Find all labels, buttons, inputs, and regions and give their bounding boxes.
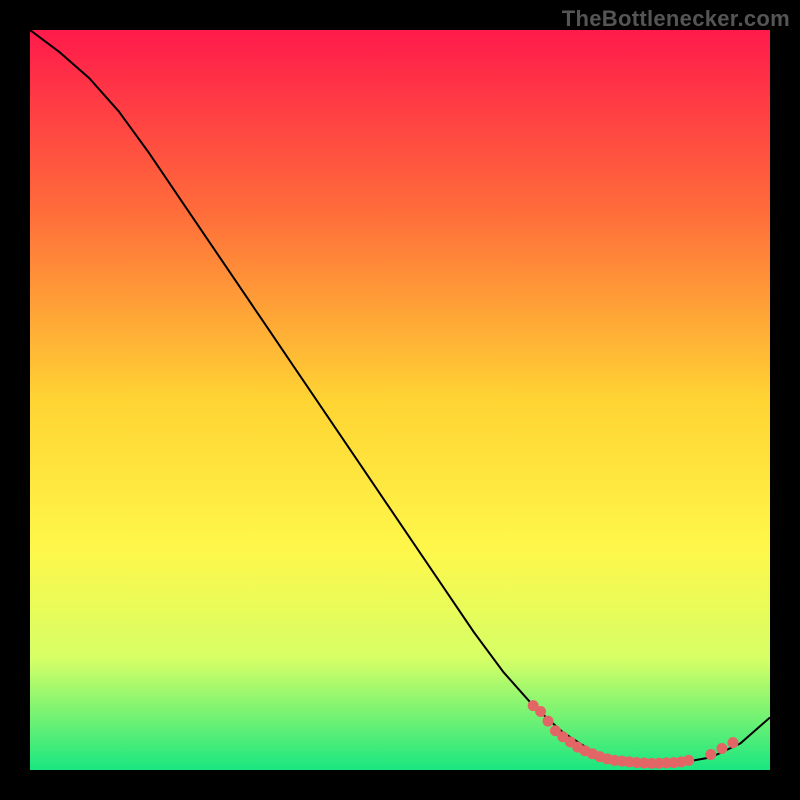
sweet-spot-marker (705, 749, 716, 760)
sweet-spot-marker (728, 737, 739, 748)
plot-area (30, 30, 770, 770)
sweet-spot-marker (683, 755, 694, 766)
sweet-spot-marker (535, 706, 546, 717)
sweet-spot-marker (543, 716, 554, 727)
watermark-label: TheBottlenecker.com (562, 6, 790, 32)
chart-frame: TheBottlenecker.com (0, 0, 800, 800)
chart-svg (30, 30, 770, 770)
sweet-spot-marker (716, 743, 727, 754)
